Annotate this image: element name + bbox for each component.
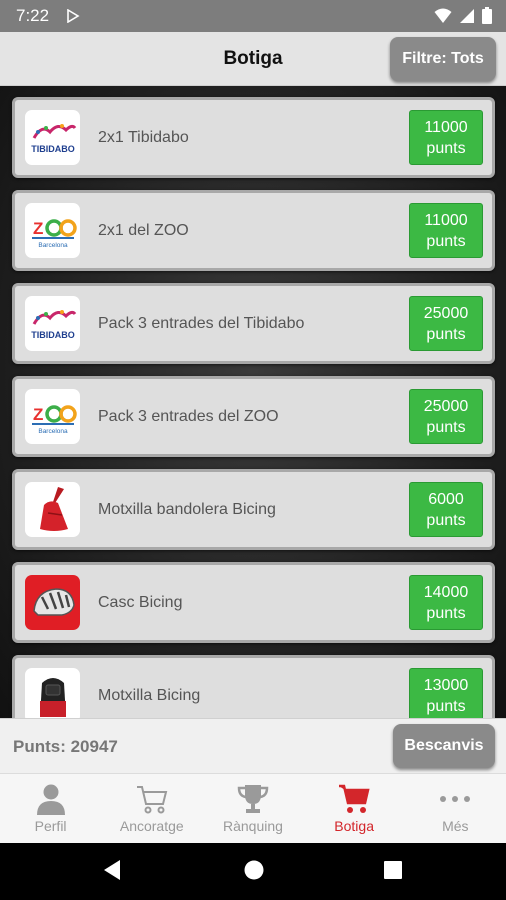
tab-label: Rànquing bbox=[223, 818, 283, 834]
tab-perfil[interactable]: Perfil bbox=[0, 774, 101, 844]
tab-ranquing[interactable]: Rànquing bbox=[202, 774, 303, 844]
list-item[interactable]: TIBIDABO Pack 3 entrades del Tibidabo 25… bbox=[12, 283, 495, 364]
status-time: 7:22 bbox=[16, 6, 50, 25]
price-unit: punts bbox=[426, 697, 466, 715]
back-icon[interactable] bbox=[102, 858, 122, 887]
status-bar: 7:22 bbox=[0, 0, 506, 32]
system-nav-bar bbox=[0, 843, 506, 900]
backpack-image bbox=[25, 668, 80, 718]
list-item[interactable]: Z Barcelona 2x1 del ZOO 11000 punts bbox=[12, 190, 495, 271]
price-points: 11000 bbox=[424, 118, 468, 136]
helmet-image bbox=[25, 575, 80, 630]
cart-icon bbox=[304, 782, 405, 816]
svg-text:Z: Z bbox=[33, 405, 43, 424]
svg-text:TIBIDABO: TIBIDABO bbox=[31, 330, 75, 340]
price-points: 6000 bbox=[428, 490, 464, 508]
tab-ancoratge[interactable]: Ancoratge bbox=[101, 774, 202, 844]
app-bar: Botiga Filtre: Tots bbox=[0, 32, 506, 86]
redeem-button[interactable]: Bescanvis bbox=[393, 724, 495, 768]
tab-label: Ancoratge bbox=[119, 818, 184, 834]
price-unit: punts bbox=[426, 139, 466, 157]
price-points: 25000 bbox=[423, 304, 469, 322]
recents-icon[interactable] bbox=[383, 860, 403, 885]
list-item[interactable]: Casc Bicing 14000 punts bbox=[12, 562, 495, 643]
svg-text:Barcelona: Barcelona bbox=[38, 428, 68, 435]
price-button[interactable]: 6000 punts bbox=[409, 482, 483, 537]
price-button[interactable]: 13000 punts bbox=[409, 668, 483, 718]
tab-label: Perfil bbox=[34, 818, 67, 834]
bottom-tab-bar: Perfil Ancoratge Rànquing Botiga Més bbox=[0, 773, 506, 843]
trophy-icon bbox=[202, 782, 303, 816]
points-bar: Punts: 20947 Bescanvis bbox=[0, 718, 506, 773]
item-name: Pack 3 entrades del Tibidabo bbox=[98, 315, 305, 332]
price-button[interactable]: 25000 punts bbox=[409, 296, 483, 351]
price-points: 14000 bbox=[423, 583, 469, 601]
filter-button[interactable]: Filtre: Tots bbox=[390, 37, 496, 81]
shop-list[interactable]: TIBIDABO 2x1 Tibidabo 11000 punts Z Barc… bbox=[0, 86, 506, 718]
price-points: 13000 bbox=[423, 676, 469, 694]
price-button[interactable]: 14000 punts bbox=[409, 575, 483, 630]
item-name: 2x1 del ZOO bbox=[98, 222, 189, 239]
battery-icon bbox=[482, 7, 492, 29]
price-unit: punts bbox=[426, 232, 466, 250]
price-unit: punts bbox=[426, 511, 466, 529]
zoo-barcelona-logo: Z Barcelona bbox=[25, 203, 80, 258]
more-dots-icon bbox=[405, 782, 506, 816]
price-unit: punts bbox=[426, 604, 466, 622]
tibidabo-logo: TIBIDABO bbox=[25, 296, 80, 351]
item-name: Casc Bicing bbox=[98, 594, 183, 611]
tab-botiga[interactable]: Botiga bbox=[304, 774, 405, 844]
person-icon bbox=[0, 782, 101, 816]
item-name: Pack 3 entrades del ZOO bbox=[98, 408, 279, 425]
list-item[interactable]: Motxilla Bicing 13000 punts bbox=[12, 655, 495, 718]
price-unit: punts bbox=[426, 418, 466, 436]
points-balance: Punts: 20947 bbox=[13, 737, 118, 756]
tab-label: Botiga bbox=[334, 818, 374, 834]
item-name: Motxilla Bicing bbox=[98, 687, 201, 704]
cart-outline-icon bbox=[101, 782, 202, 816]
home-icon[interactable] bbox=[243, 859, 265, 886]
svg-text:Z: Z bbox=[33, 219, 43, 238]
item-name: Motxilla bandolera Bicing bbox=[98, 501, 276, 518]
zoo-barcelona-logo: Z Barcelona bbox=[25, 389, 80, 444]
item-name: 2x1 Tibidabo bbox=[98, 129, 189, 146]
svg-text:Barcelona: Barcelona bbox=[38, 242, 68, 249]
tab-mes[interactable]: Més bbox=[405, 774, 506, 844]
list-item[interactable]: Motxilla bandolera Bicing 6000 punts bbox=[12, 469, 495, 550]
sling-bag-image bbox=[25, 482, 80, 537]
list-item[interactable]: TIBIDABO 2x1 Tibidabo 11000 punts bbox=[12, 97, 495, 178]
wifi-icon bbox=[434, 8, 452, 29]
svg-text:TIBIDABO: TIBIDABO bbox=[31, 144, 75, 154]
price-button[interactable]: 11000 punts bbox=[409, 203, 483, 258]
price-points: 25000 bbox=[423, 397, 469, 415]
price-unit: punts bbox=[426, 325, 466, 343]
play-store-icon bbox=[66, 8, 80, 28]
price-points: 11000 bbox=[424, 211, 468, 229]
tibidabo-logo: TIBIDABO bbox=[25, 110, 80, 165]
tab-label: Més bbox=[442, 818, 469, 834]
price-button[interactable]: 11000 punts bbox=[409, 110, 483, 165]
list-item[interactable]: Z Barcelona Pack 3 entrades del ZOO 2500… bbox=[12, 376, 495, 457]
signal-icon bbox=[460, 8, 474, 29]
price-button[interactable]: 25000 punts bbox=[409, 389, 483, 444]
